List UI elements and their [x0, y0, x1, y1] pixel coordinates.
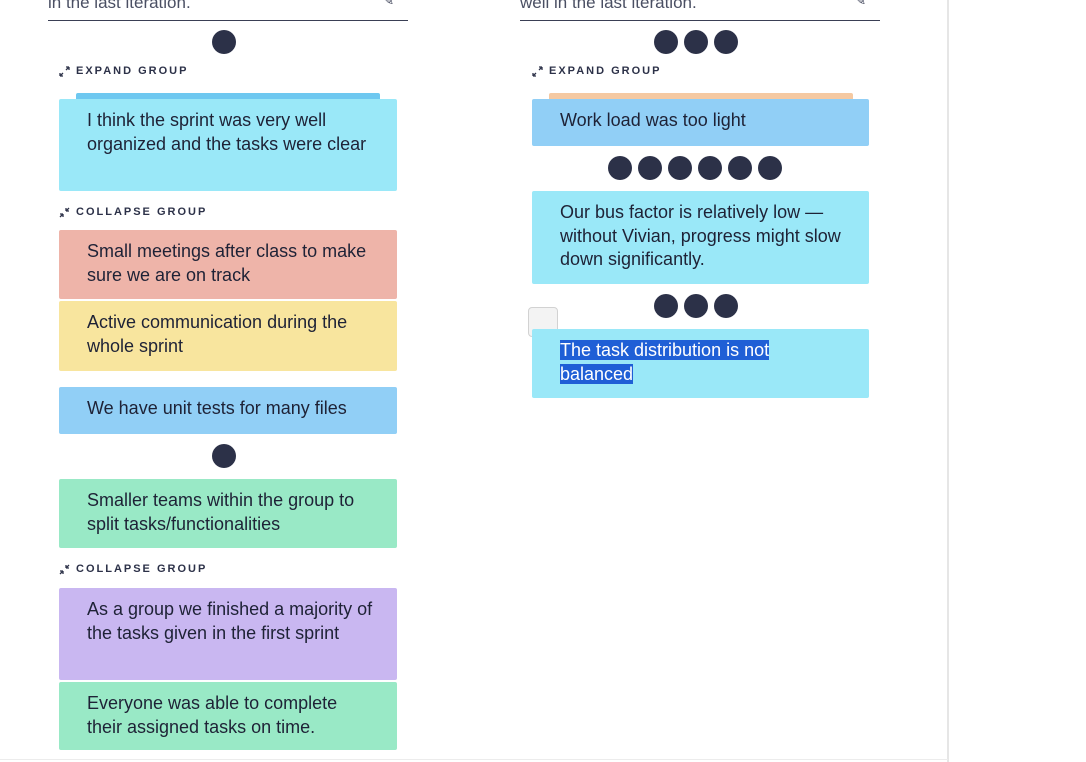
column-prompt-text: well in the last iteration.	[520, 0, 697, 12]
expand-group-button[interactable]: EXPAND GROUP	[59, 65, 188, 77]
retro-card[interactable]: Work load was too light	[532, 99, 869, 146]
expand-group-label: EXPAND GROUP	[76, 65, 189, 77]
expand-group-button[interactable]: EXPAND GROUP	[532, 65, 661, 77]
collapse-icon	[59, 207, 70, 218]
vote-dot	[608, 156, 632, 180]
vote-dot	[728, 156, 752, 180]
vote-dots	[654, 294, 738, 318]
vote-dot	[654, 294, 678, 318]
vote-dot	[714, 30, 738, 54]
vote-dot	[684, 30, 708, 54]
card-text: Smaller teams within the group to split …	[87, 490, 355, 534]
expand-icon	[532, 65, 543, 77]
vote-dot	[698, 156, 722, 180]
retro-card[interactable]: Active communication during the whole sp…	[59, 301, 397, 371]
retro-card[interactable]: Everyone was able to complete their assi…	[59, 682, 397, 750]
retro-card[interactable]: Smaller teams within the group to split …	[59, 479, 397, 548]
card-text: I think the sprint was very well organiz…	[87, 110, 367, 154]
retro-card[interactable]: I think the sprint was very well organiz…	[59, 99, 397, 191]
edit-icon[interactable]: ✎	[855, 0, 866, 8]
vote-dot	[638, 156, 662, 180]
retro-card[interactable]: Our bus factor is relatively low — witho…	[532, 191, 869, 284]
collapse-icon	[59, 564, 70, 575]
card-text: As a group we finished a majority of the…	[87, 599, 373, 643]
vote-dot	[684, 294, 708, 318]
retro-card[interactable]: We have unit tests for many files	[59, 387, 397, 434]
retro-card[interactable]: As a group we finished a majority of the…	[59, 588, 397, 680]
vote-dots	[212, 30, 236, 54]
vote-dots	[212, 444, 236, 468]
vote-dot	[212, 30, 236, 54]
card-text: Active communication during the whole sp…	[87, 312, 348, 356]
column-header-left[interactable]: in the last iteration. ✎	[48, 0, 408, 21]
column-prompt-text: in the last iteration.	[48, 0, 191, 12]
expand-icon	[59, 65, 70, 77]
board-divider	[947, 0, 949, 762]
retro-card[interactable]: The task distribution is not balanced	[532, 329, 869, 398]
vote-dots	[608, 156, 782, 180]
board-bottom-edge	[0, 759, 948, 760]
expand-group-label: EXPAND GROUP	[549, 65, 662, 77]
vote-dot	[714, 294, 738, 318]
card-text: Everyone was able to complete their assi…	[87, 693, 338, 737]
edit-icon[interactable]: ✎	[383, 0, 394, 8]
vote-dot	[654, 30, 678, 54]
collapse-group-button[interactable]: COLLAPSE GROUP	[59, 563, 207, 575]
card-text: We have unit tests for many files	[87, 398, 347, 418]
vote-dot	[758, 156, 782, 180]
column-header-right[interactable]: well in the last iteration. ✎	[520, 0, 880, 21]
collapse-group-button[interactable]: COLLAPSE GROUP	[59, 206, 207, 218]
vote-dot	[668, 156, 692, 180]
collapse-group-label: COLLAPSE GROUP	[76, 563, 208, 575]
collapse-group-label: COLLAPSE GROUP	[76, 206, 208, 218]
card-text: Small meetings after class to make sure …	[87, 241, 367, 285]
selected-card-text: The task distribution is not	[560, 340, 770, 360]
card-text: Our bus factor is relatively low — witho…	[560, 202, 841, 269]
vote-dots	[654, 30, 738, 54]
retro-card[interactable]: Small meetings after class to make sure …	[59, 230, 397, 299]
selected-card-text: balanced	[560, 363, 634, 384]
card-text: Work load was too light	[560, 110, 746, 130]
vote-dot	[212, 444, 236, 468]
